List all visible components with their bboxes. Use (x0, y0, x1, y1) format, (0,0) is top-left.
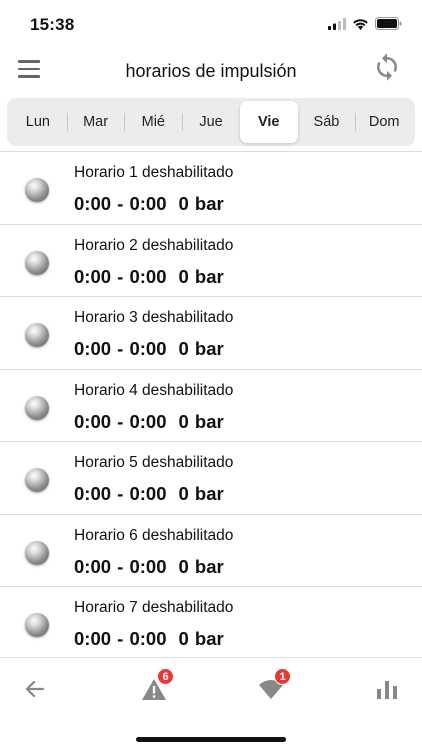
status-dot-icon (25, 468, 49, 492)
page-title: horarios de impulsión (125, 61, 297, 81)
tab-sab[interactable]: Sáb (298, 101, 356, 143)
schedule-time: 0:00 - 0:00 (74, 338, 167, 359)
sync-icon (377, 53, 397, 81)
status-dot-icon (25, 613, 49, 637)
alerts-badge: 6 (157, 668, 174, 685)
schedule-detail: 0:00 - 0:00 0 bar (74, 338, 224, 360)
schedule-row-1[interactable]: Horario 1 deshabilitado 0:00 - 0:00 0 bar (0, 152, 422, 225)
schedule-detail: 0:00 - 0:00 0 bar (74, 266, 224, 288)
schedule-pressure: 0 bar (178, 338, 224, 359)
schedule-time: 0:00 - 0:00 (74, 265, 167, 287)
schedule-detail: 0:00 - 0:00 0 bar (74, 483, 224, 505)
stats-button[interactable] (367, 672, 407, 706)
refresh-button[interactable] (372, 52, 402, 82)
schedule-label: Horario 1 deshabilitado (74, 164, 234, 181)
schedule-pressure: 0 bar (178, 483, 224, 504)
schedule-pressure: 0 bar (178, 265, 224, 287)
status-time: 15:38 (30, 15, 75, 34)
status-dot-icon (25, 395, 49, 420)
schedule-label: Horario 3 deshabilitado (74, 309, 234, 326)
tab-dom[interactable]: Dom (355, 101, 413, 143)
schedule-pressure: 0 bar (178, 628, 224, 649)
schedule-row-4[interactable]: Horario 4 deshabilitado 0:00 - 0:00 0 bar (0, 370, 422, 442)
arrow-left-icon (25, 680, 45, 698)
bar-chart-icon (377, 681, 397, 699)
schedule-label: Horario 4 deshabilitado (74, 381, 234, 399)
schedule-row-2[interactable]: Horario 2 deshabilitado 0:00 - 0:00 0 bar (0, 225, 422, 297)
schedule-time: 0:00 - 0:00 (74, 193, 167, 214)
schedule-list: Horario 1 deshabilitado 0:00 - 0:00 0 bar… (0, 151, 422, 660)
status-dot-icon (25, 250, 49, 275)
schedule-row-7[interactable]: Horario 7 deshabilitado 0:00 - 0:00 0 bar (0, 587, 422, 660)
schedule-row-5[interactable]: Horario 5 deshabilitado 0:00 - 0:00 0 bar (0, 442, 422, 515)
schedule-label: Horario 6 deshabilitado (74, 526, 234, 544)
schedule-detail: 0:00 - 0:00 0 bar (74, 411, 224, 433)
schedule-time: 0:00 - 0:00 (74, 483, 167, 504)
schedule-label: Horario 2 deshabilitado (74, 236, 234, 254)
tab-mar[interactable]: Mar (66, 101, 125, 143)
tab-mie[interactable]: Mié (124, 101, 182, 143)
schedule-row-6[interactable]: Horario 6 deshabilitado 0:00 - 0:00 0 bar (0, 515, 422, 587)
schedule-pressure: 0 bar (178, 410, 224, 432)
alerts-button[interactable]: 6 (134, 668, 174, 706)
schedule-label: Horario 5 deshabilitado (74, 454, 234, 471)
schedule-label: Horario 7 deshabilitado (74, 599, 234, 616)
schedule-detail: 0:00 - 0:00 0 bar (74, 556, 224, 578)
status-icons (328, 17, 402, 30)
battery-icon (375, 17, 402, 30)
day-tabs: Lun Mar Mié Jue Vie Sáb Dom (7, 98, 415, 146)
status-dot-icon (25, 323, 49, 347)
notifications-badge: 1 (274, 668, 291, 685)
bottom-nav: 6 1 (0, 657, 422, 750)
schedule-time: 0:00 - 0:00 (74, 628, 167, 649)
schedule-time: 0:00 - 0:00 (74, 555, 167, 577)
tab-lun[interactable]: Lun (9, 101, 67, 143)
app-header: horarios de impulsión (0, 48, 422, 96)
schedule-detail: 0:00 - 0:00 0 bar (74, 193, 224, 215)
notifications-button[interactable]: 1 (251, 668, 291, 706)
schedule-pressure: 0 bar (178, 555, 224, 577)
schedule-pressure: 0 bar (178, 193, 224, 214)
cellular-signal-icon (328, 17, 346, 30)
tab-jue[interactable]: Jue (182, 101, 240, 143)
status-dot-icon (25, 540, 49, 565)
tab-vie[interactable]: Vie (239, 101, 298, 143)
schedule-row-3[interactable]: Horario 3 deshabilitado 0:00 - 0:00 0 bar (0, 297, 422, 370)
wifi-icon (353, 18, 368, 30)
home-indicator (136, 737, 286, 742)
status-dot-icon (25, 178, 49, 202)
back-button[interactable] (15, 672, 55, 706)
schedule-time: 0:00 - 0:00 (74, 410, 167, 432)
schedule-detail: 0:00 - 0:00 0 bar (74, 628, 224, 650)
status-bar: 15:38 (0, 0, 422, 48)
